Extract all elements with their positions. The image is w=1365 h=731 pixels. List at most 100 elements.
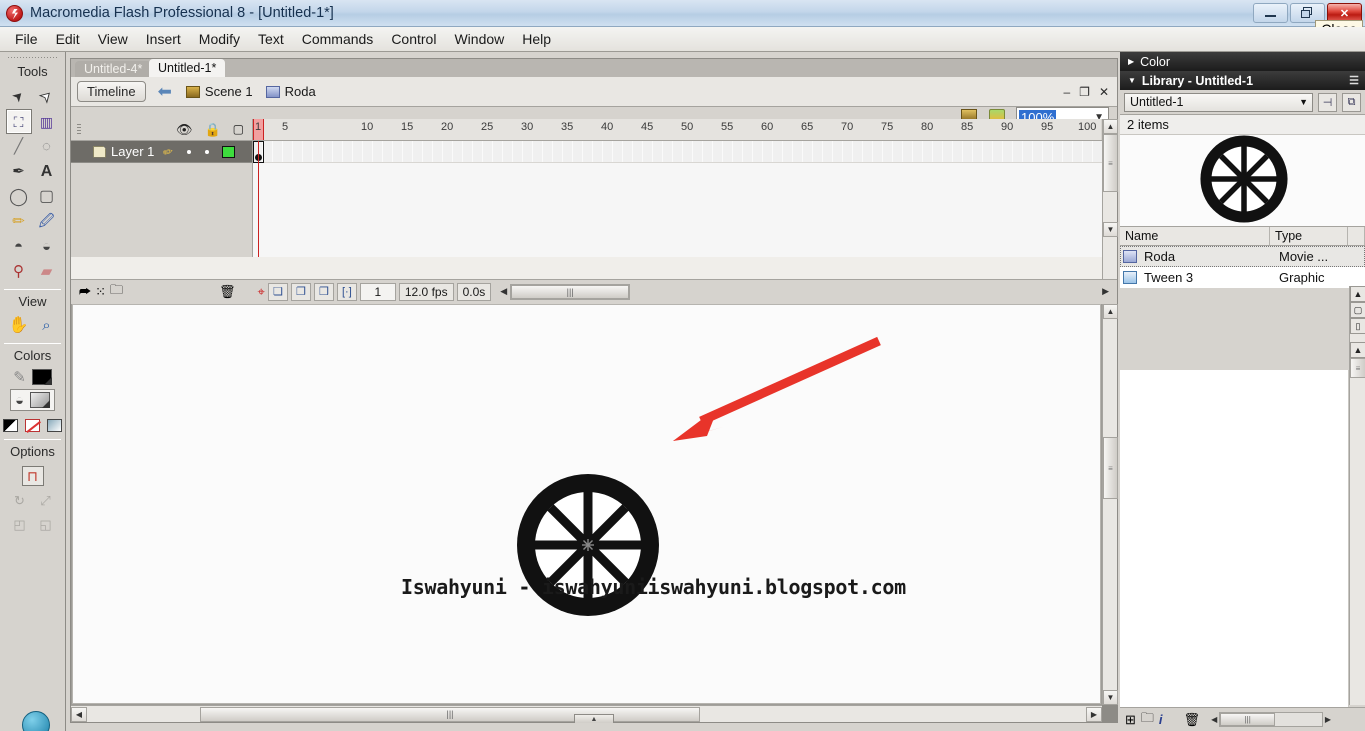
hand-tool[interactable]: ✋: [6, 313, 32, 338]
breadcrumb-scene-label[interactable]: Scene 1: [205, 84, 253, 99]
menu-insert[interactable]: Insert: [137, 29, 190, 49]
menu-file[interactable]: File: [6, 29, 47, 49]
timeline-horizontal-scrollbar[interactable]: ◀ |||: [500, 283, 631, 300]
library-document-select[interactable]: Untitled-1 ▼: [1124, 92, 1313, 112]
rectangle-tool[interactable]: ▢: [34, 184, 60, 209]
rotate-and-skew-icon[interactable]: ↻: [7, 489, 33, 513]
timeline-scroll-thumb[interactable]: ≡: [1103, 134, 1118, 192]
document-tab-untitled-4[interactable]: Untitled-4*: [75, 61, 152, 77]
stage-vertical-scrollbar[interactable]: ▲ ≡ ▼: [1102, 304, 1118, 705]
pencil-tool[interactable]: ✏: [6, 209, 32, 234]
chevron-right-icon[interactable]: ▶: [1128, 57, 1134, 66]
library-row-roda[interactable]: Roda Movie ...: [1120, 246, 1365, 267]
stage-scroll-up-button[interactable]: ▲: [1103, 304, 1118, 319]
chevron-down-icon[interactable]: ▼: [1299, 97, 1308, 107]
eye-icon[interactable]: 👁: [176, 122, 193, 138]
layer-name-label[interactable]: Layer 1: [111, 144, 154, 159]
chevron-down-icon[interactable]: ▼: [1128, 76, 1136, 85]
selection-tool[interactable]: ➤: [6, 84, 32, 109]
scale-icon[interactable]: ⤢: [33, 489, 59, 513]
library-scroll-thumb[interactable]: ≡: [1350, 358, 1365, 378]
brush-tool[interactable]: 🖉: [34, 209, 60, 234]
insert-layer-folder-button[interactable]: 🗀: [110, 281, 123, 303]
timeline-scroll-down-button[interactable]: ▼: [1103, 222, 1118, 237]
panel-collapse-tab[interactable]: ▲: [574, 714, 614, 723]
stage-scroll-down-button[interactable]: ▼: [1103, 690, 1118, 705]
document-tab-untitled-1[interactable]: Untitled-1*: [149, 59, 226, 77]
no-color-icon[interactable]: [25, 419, 40, 432]
library-hscroll-left-arrow[interactable]: ◀: [1211, 715, 1217, 724]
delete-button[interactable]: 🗑: [1184, 712, 1201, 728]
library-hscroll-track[interactable]: |||: [1219, 712, 1323, 727]
stage-canvas[interactable]: Iswahyuni - iswahyuniiswahyuni.blogspot.…: [72, 304, 1101, 704]
toggle-sorting-button[interactable]: ▯: [1350, 318, 1365, 334]
minimize-button[interactable]: [1253, 3, 1288, 23]
modify-onion-markers-button[interactable]: [·]: [336, 282, 357, 301]
back-arrow-icon[interactable]: ⬅: [158, 82, 172, 102]
center-frame-button[interactable]: ⌖: [258, 284, 265, 300]
text-tool[interactable]: A: [34, 159, 60, 184]
stage-scroll-thumb[interactable]: ≡: [1103, 437, 1118, 499]
onion-skin-button[interactable]: ❏: [267, 282, 288, 301]
free-transform-tool[interactable]: ⛶: [5, 109, 32, 134]
eraser-tool[interactable]: ▰: [34, 259, 60, 284]
eyedropper-tool[interactable]: ⚲: [6, 259, 32, 284]
library-scroll-up-button[interactable]: ▲: [1350, 342, 1365, 358]
swap-colors-icon[interactable]: [47, 419, 62, 432]
layer-row-layer-1[interactable]: Layer 1 ✏: [71, 141, 252, 163]
distort-icon[interactable]: ◰: [7, 513, 33, 537]
color-panel-header[interactable]: ▶ Color: [1120, 52, 1365, 71]
panel-menu-icon[interactable]: ☰: [1349, 74, 1359, 87]
menu-view[interactable]: View: [89, 29, 137, 49]
tools-panel-grip[interactable]: [8, 54, 57, 61]
breadcrumb-symbol-label[interactable]: Roda: [285, 84, 316, 99]
timeline-hscroll-right-arrow[interactable]: ▶: [1102, 286, 1109, 297]
timeline-hscroll-thumb[interactable]: |||: [511, 284, 630, 299]
stage-viewport[interactable]: Iswahyuni - iswahyuniiswahyuni.blogspot.…: [71, 304, 1102, 705]
outline-icon[interactable]: ▢: [233, 122, 244, 138]
frame-rate-indicator[interactable]: 12.0 fps: [398, 282, 454, 301]
timeline-vertical-scrollbar[interactable]: ▲ ≡ ▼: [1102, 119, 1118, 279]
black-and-white-icon[interactable]: [3, 419, 18, 432]
document-minimize-button[interactable]: –: [1063, 85, 1070, 99]
layer-lock-dot[interactable]: [205, 149, 210, 154]
document-close-button[interactable]: ✕: [1099, 85, 1109, 99]
stage-scroll-right-button[interactable]: ▶: [1086, 706, 1102, 722]
library-vertical-scrollbar[interactable]: ▲ ▢ ▯ ▲ ≡: [1349, 286, 1365, 705]
stage-hscroll-thumb[interactable]: |||: [200, 706, 700, 722]
delete-layer-button[interactable]: 🗑: [219, 284, 236, 300]
properties-button[interactable]: i: [1159, 712, 1163, 727]
library-hscroll-thumb[interactable]: |||: [1220, 713, 1276, 726]
timeline-hscroll-track[interactable]: |||: [510, 283, 631, 300]
lock-icon[interactable]: 🔒: [204, 122, 220, 138]
menu-window[interactable]: Window: [445, 29, 513, 49]
fill-color-swatch[interactable]: [30, 392, 51, 408]
timeline-grip[interactable]: [77, 124, 81, 136]
document-restore-button[interactable]: ❐: [1079, 85, 1090, 99]
menu-control[interactable]: Control: [382, 29, 445, 49]
oval-tool[interactable]: ◯: [6, 184, 32, 209]
pen-tool[interactable]: ✒: [6, 159, 32, 184]
library-horizontal-scrollbar[interactable]: ◀ ||| ▶: [1211, 712, 1331, 727]
timeline-toggle-button[interactable]: Timeline: [77, 81, 146, 102]
line-tool[interactable]: ╱: [6, 134, 32, 159]
edit-multiple-frames-button[interactable]: ❒: [313, 282, 334, 301]
envelope-icon[interactable]: ◱: [33, 513, 59, 537]
narrow-library-view-button[interactable]: ▢: [1350, 302, 1365, 318]
layer-outline-color-square[interactable]: [222, 145, 236, 158]
paint-bucket-tool[interactable]: ◒: [34, 234, 60, 259]
library-column-name[interactable]: Name: [1120, 227, 1270, 245]
library-list-empty-area[interactable]: [1120, 370, 1349, 707]
menu-help[interactable]: Help: [513, 29, 560, 49]
wide-library-view-button[interactable]: ▲: [1350, 286, 1365, 302]
stage-scroll-left-button[interactable]: ◀: [71, 706, 87, 722]
insert-layer-button[interactable]: ⮫: [79, 284, 91, 300]
zoom-tool[interactable]: ⌕: [34, 313, 60, 338]
lasso-tool[interactable]: ◌: [34, 134, 60, 159]
gradient-transform-tool[interactable]: ▥: [34, 109, 60, 134]
library-row-tween-3[interactable]: Tween 3 Graphic: [1120, 267, 1365, 288]
library-panel-header[interactable]: ▼ Library - Untitled-1 ☰: [1120, 71, 1365, 90]
subselection-tool[interactable]: ➤: [34, 84, 60, 109]
menu-commands[interactable]: Commands: [293, 29, 383, 49]
new-library-panel-icon[interactable]: ⧉: [1342, 92, 1361, 112]
